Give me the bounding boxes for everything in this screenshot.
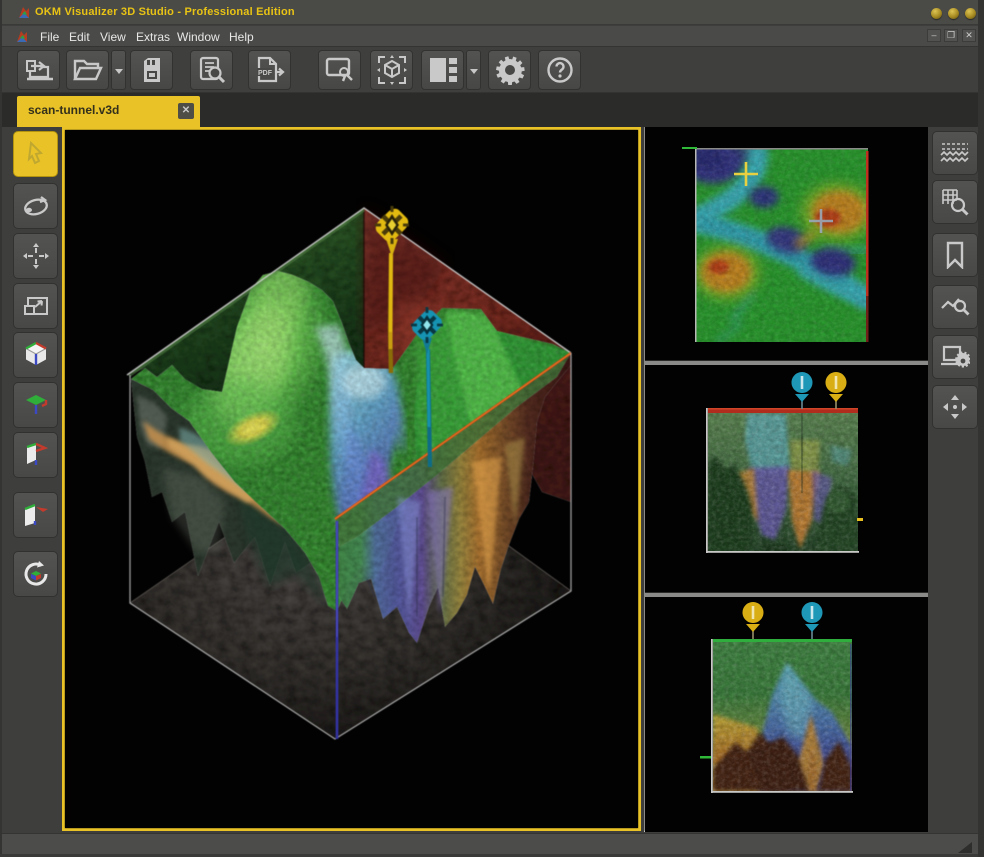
svg-text:PDF: PDF (258, 70, 273, 77)
